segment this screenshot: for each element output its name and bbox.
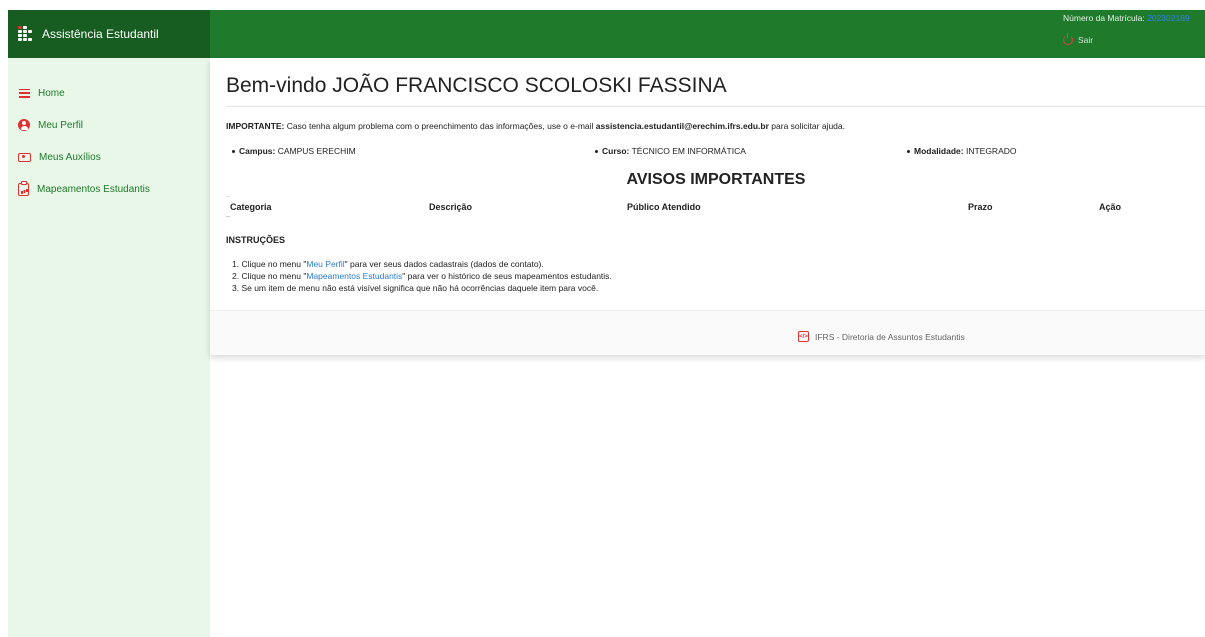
logout-button[interactable]: Sair <box>1063 33 1205 45</box>
sidebar-item-label: Meus Auxílios <box>39 151 101 163</box>
modalidade-label: Modalidade: <box>914 146 964 156</box>
sidebar-item-home[interactable]: Home <box>8 82 210 104</box>
bullet <box>907 150 910 154</box>
main-content: Bem-vindo JOÃO FRANCISCO SCOLOSKI FASSIN… <box>210 58 1205 355</box>
menu-icon <box>18 88 30 98</box>
mapeamentos-link[interactable]: Mapeamentos Estudantis <box>306 271 402 281</box>
important-label: IMPORTANTE: <box>226 121 285 131</box>
avisos-table: Categoria Descrição Público Atendido Pra… <box>226 196 1121 217</box>
footer: </> IFRS - Diretoria de Assuntos Estudan… <box>210 310 1205 355</box>
list-item: 2. Clique no menu "Mapeamentos Estudanti… <box>232 270 612 282</box>
support-email[interactable]: assistencia.estudantil@erechim.ifrs.edu.… <box>596 121 769 131</box>
list-item: 1. Clique no menu "Meu Perfil" para ver … <box>232 258 612 270</box>
footer-content: </> IFRS - Diretoria de Assuntos Estudan… <box>798 331 965 342</box>
column-header-publico: Público Atendido <box>627 202 701 212</box>
user-circle-icon <box>18 119 30 131</box>
modalidade-info: Modalidade: INTEGRADO <box>907 146 1017 156</box>
code-icon: </> <box>798 331 809 342</box>
logout-label: Sair <box>1078 35 1094 45</box>
modalidade-value: INTEGRADO <box>963 146 1017 156</box>
sidebar-item-meus-auxilios[interactable]: Meus Auxílios <box>8 146 210 168</box>
sidebar-item-mapeamentos[interactable]: Mapeamentos Estudantis <box>8 178 210 200</box>
curso-value: TÉCNICO EM INFORMÁTICA <box>629 146 746 156</box>
column-header-acao: Ação <box>1099 202 1122 212</box>
top-bar: Assistência Estudantil Número da Matrícu… <box>8 10 1205 58</box>
page-title: Bem-vindo JOÃO FRANCISCO SCOLOSKI FASSIN… <box>226 74 727 97</box>
sidebar-item-label: Meu Perfil <box>38 119 84 131</box>
page: Assistência Estudantil Número da Matrícu… <box>8 10 1205 637</box>
ifrs-logo-icon <box>18 26 34 42</box>
instruction-text: 2. Clique no menu " <box>232 271 307 281</box>
column-header-categoria: Categoria <box>230 202 272 212</box>
bullet <box>232 150 235 154</box>
divider <box>226 106 1205 107</box>
clipboard-chart-icon <box>18 180 29 196</box>
curso-info: Curso: TÉCNICO EM INFORMÁTICA <box>595 146 746 156</box>
meu-perfil-link[interactable]: Meu Perfil <box>306 259 344 269</box>
curso-label: Curso: <box>602 146 630 156</box>
sidebar-item-label: Mapeamentos Estudantis <box>37 183 150 195</box>
instructions-title: INSTRUÇÕES <box>226 235 286 245</box>
list-item: 3. Se um item de menu não está visível s… <box>232 282 612 294</box>
power-icon <box>1063 33 1073 45</box>
brand[interactable]: Assistência Estudantil <box>8 10 210 58</box>
brand-title: Assistência Estudantil <box>42 27 159 41</box>
sidebar-item-meu-perfil[interactable]: Meu Perfil <box>8 114 210 136</box>
important-suffix: para solicitar ajuda. <box>768 121 845 131</box>
instruction-text: 3. Se um item de menu não está visível s… <box>232 283 599 293</box>
matricula-info: Número da Matrícula: 202302189 <box>1063 13 1205 23</box>
user-box: Número da Matrícula: 202302189 Sair <box>1063 13 1205 45</box>
footer-text: IFRS - Diretoria de Assuntos Estudantis <box>815 331 965 342</box>
column-header-prazo: Prazo <box>968 202 993 212</box>
campus-value: CAMPUS ERECHIM <box>275 146 356 156</box>
instruction-text: " para ver seus dados cadastrais (dados … <box>344 259 544 269</box>
sidebar-item-label: Home <box>38 87 65 99</box>
matricula-value: 202302189 <box>1147 13 1190 23</box>
instruction-text: " para ver o histórico de seus mapeament… <box>402 271 612 281</box>
instruction-text: 1. Clique no menu " <box>232 259 307 269</box>
important-text: Caso tenha algum problema com o preenchi… <box>284 121 596 131</box>
money-icon <box>18 152 31 162</box>
campus-info: Campus: CAMPUS ERECHIM <box>232 146 356 156</box>
sidebar: Home Meu Perfil Meus Auxílios Mapeamento… <box>8 58 210 637</box>
avisos-title: AVISOS IMPORTANTES <box>626 171 806 188</box>
campus-label: Campus: <box>239 146 276 156</box>
matricula-label: Número da Matrícula: <box>1063 13 1145 23</box>
instructions-list: 1. Clique no menu "Meu Perfil" para ver … <box>232 258 612 294</box>
column-header-descricao: Descrição <box>429 202 473 212</box>
bullet <box>595 150 598 154</box>
important-notice: IMPORTANTE: Caso tenha algum problema co… <box>226 121 845 131</box>
